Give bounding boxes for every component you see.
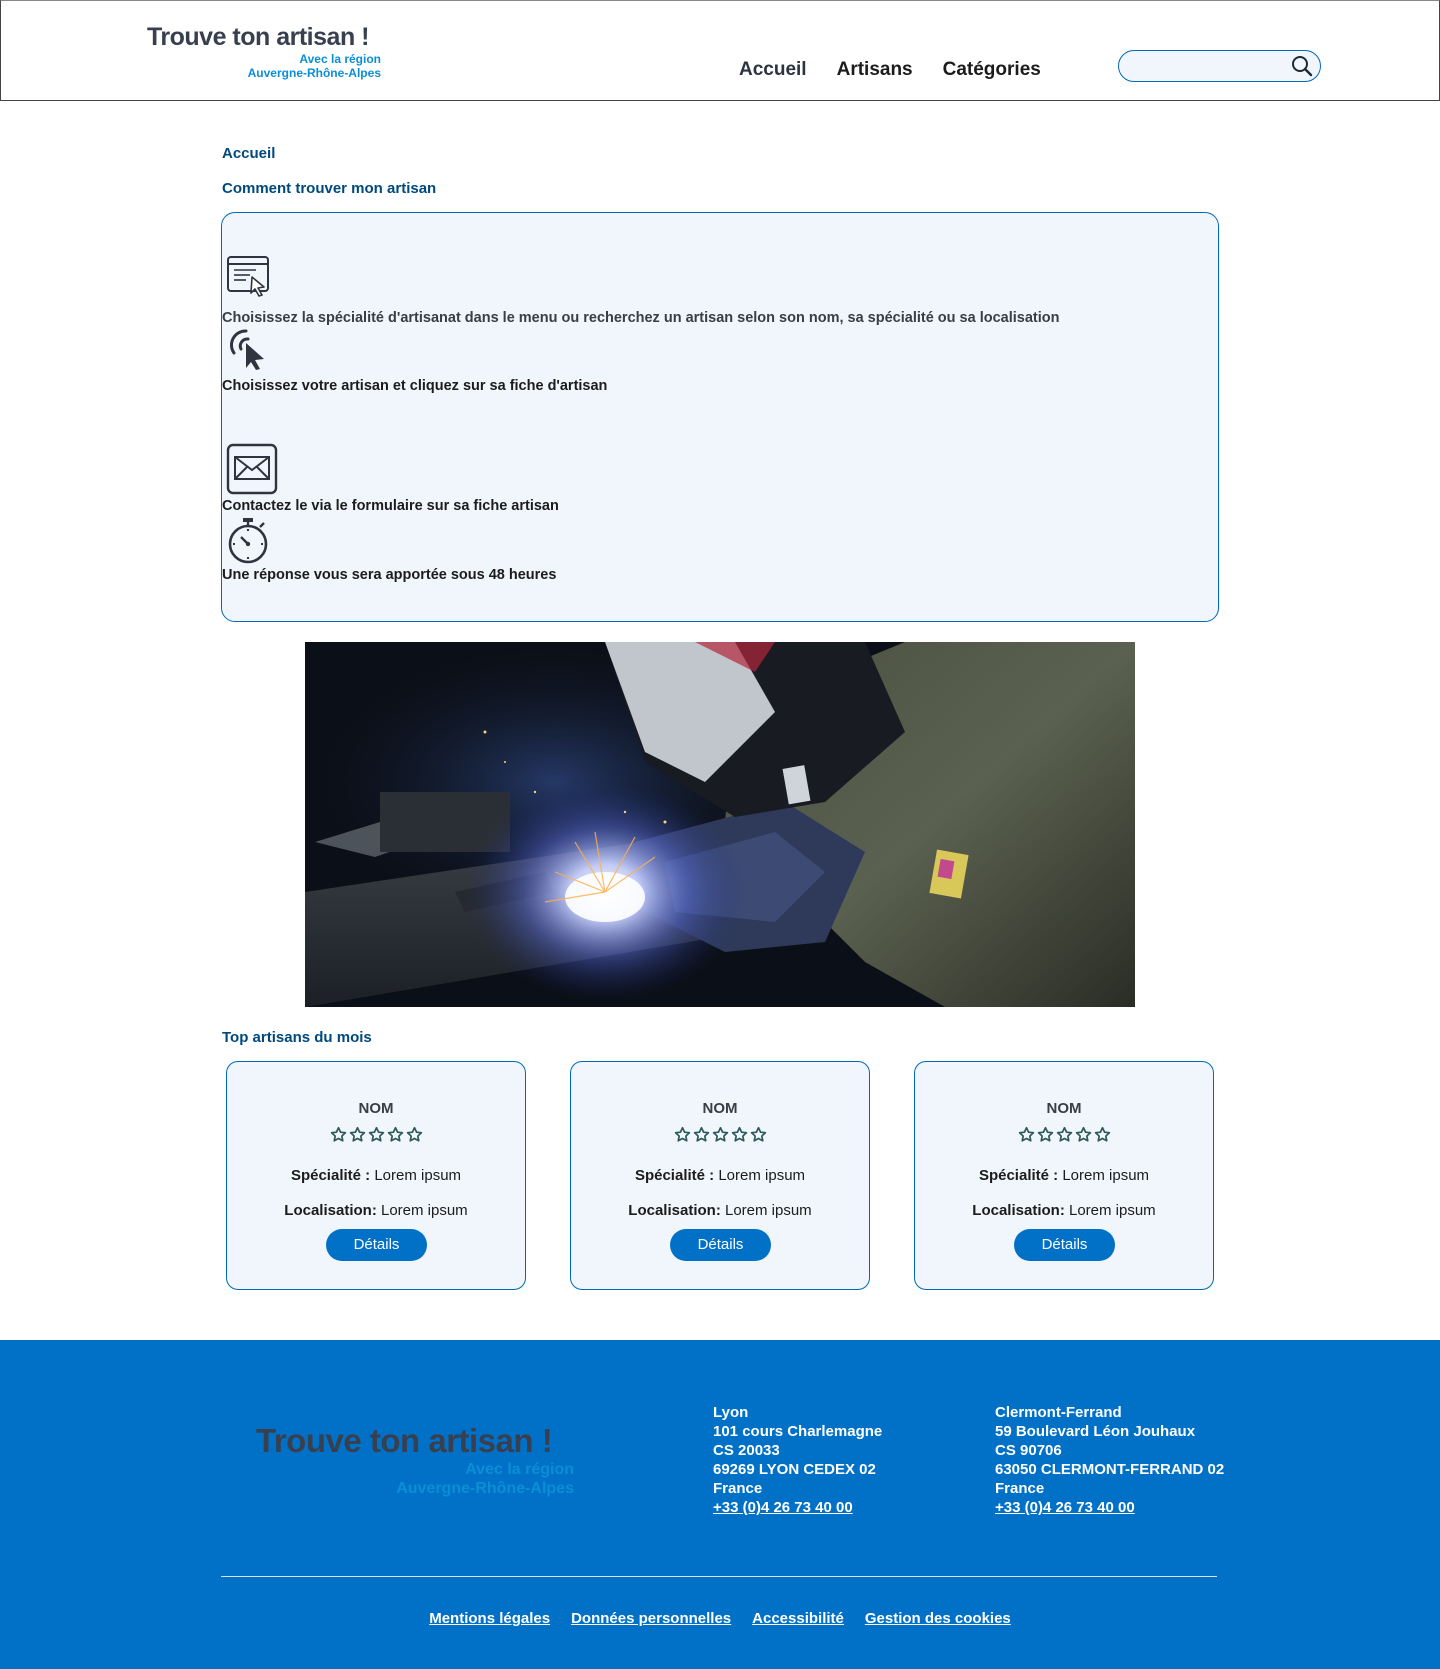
footer-logo[interactable]: Trouve ton artisan ! Avec la région Auve… [256, 1422, 574, 1498]
artisan-card: NOM Spécialité : Lorem ipsum Localisatio… [226, 1061, 526, 1290]
how-to-title: Comment trouver mon artisan [222, 180, 437, 197]
specialty-value: Lorem ipsum [374, 1167, 462, 1184]
footer-divider [221, 1576, 1217, 1577]
star-icon [674, 1126, 691, 1148]
how-to-step-text: Contactez le via le formulaire sur sa fi… [222, 498, 559, 514]
address-line: CS 20033 [713, 1442, 780, 1459]
top-artisans-title: Top artisans du mois [222, 1029, 372, 1046]
address-line: 69269 LYON CEDEX 02 [713, 1461, 876, 1478]
footer-link-mentions[interactable]: Mentions légales [429, 1610, 550, 1627]
footer-logo-title: Trouve ton artisan ! [256, 1422, 553, 1459]
how-to-step-text: Choisissez la spécialité d'artisanat dan… [222, 310, 1060, 326]
artisan-card: NOM Spécialité : Lorem ipsum Localisatio… [914, 1061, 1214, 1290]
star-icon [406, 1126, 423, 1148]
location-value: Lorem ipsum [1068, 1202, 1156, 1219]
artisan-name: NOM [702, 1100, 738, 1117]
star-rating [571, 1126, 869, 1148]
address-line: 63050 CLERMONT-FERRAND 02 [995, 1461, 1225, 1478]
address-clermont: Clermont-Ferrand 59 Boulevard Léon Jouha… [995, 1403, 1224, 1517]
details-button[interactable]: Détails [326, 1229, 427, 1261]
artisan-location: Localisation: Lorem ipsum [915, 1202, 1213, 1219]
how-to-step-text: Une réponse vous sera apportée sous 48 h… [222, 567, 557, 583]
nav-item-categories[interactable]: Catégories [943, 59, 1041, 81]
star-icon [368, 1126, 385, 1148]
artisan-card: NOM Spécialité : Lorem ipsum Localisatio… [570, 1061, 870, 1290]
star-icon [693, 1126, 710, 1148]
footer-link-cookies[interactable]: Gestion des cookies [865, 1610, 1011, 1627]
artisan-location: Localisation: Lorem ipsum [571, 1202, 869, 1219]
search-box [1118, 50, 1321, 82]
address-line: CS 90706 [995, 1442, 1062, 1459]
specialty-label: Spécialité : [290, 1167, 371, 1184]
nav-item-accueil[interactable]: Accueil [739, 59, 807, 81]
address-lyon: Lyon 101 cours Charlemagne CS 20033 6926… [713, 1403, 882, 1517]
address-city: Clermont-Ferrand [995, 1404, 1122, 1421]
address-city: Lyon [713, 1404, 749, 1421]
breadcrumb[interactable]: Accueil [222, 145, 275, 162]
artisan-location: Localisation: Lorem ipsum [227, 1202, 525, 1219]
address-country: France [995, 1480, 1045, 1497]
star-icon [1075, 1126, 1092, 1148]
specialty-value: Lorem ipsum [718, 1167, 806, 1184]
details-button[interactable]: Détails [670, 1229, 771, 1261]
phone-link[interactable]: +33 (0)4 26 73 40 00 [713, 1499, 853, 1516]
artisan-specialty: Spécialité : Lorem ipsum [915, 1167, 1213, 1184]
footer-links: Mentions légales Données personnelles Ac… [0, 1610, 1440, 1627]
how-to-box: Choisissez la spécialité d'artisanat dan… [221, 212, 1219, 622]
footer-link-data[interactable]: Données personnelles [571, 1610, 731, 1627]
artisan-name: NOM [1046, 1100, 1082, 1117]
location-label: Localisation: [628, 1202, 721, 1219]
details-button[interactable]: Détails [1014, 1229, 1115, 1261]
footer-link-accessibility[interactable]: Accessibilité [752, 1610, 844, 1627]
star-icon [712, 1126, 729, 1148]
site-header: Trouve ton artisan ! Avec la région Auve… [0, 0, 1440, 101]
tap-pointer-icon [226, 325, 270, 376]
star-icon [330, 1126, 347, 1148]
stopwatch-icon [226, 518, 270, 569]
footer-logo-subtitle-2: Auvergne-Rhône-Alpes [396, 1480, 574, 1497]
star-icon [1018, 1126, 1035, 1148]
star-icon [387, 1126, 404, 1148]
location-label: Localisation: [972, 1202, 1065, 1219]
specialty-label: Spécialité : [978, 1167, 1059, 1184]
star-icon [731, 1126, 748, 1148]
nav-item-artisans[interactable]: Artisans [837, 59, 913, 81]
address-line: 59 Boulevard Léon Jouhaux [995, 1423, 1196, 1440]
envelope-icon [226, 443, 278, 500]
search-icon[interactable] [1290, 54, 1314, 78]
star-icon [349, 1126, 366, 1148]
location-value: Lorem ipsum [724, 1202, 812, 1219]
logo-subtitle-1: Avec la région [299, 52, 381, 66]
search-input[interactable] [1131, 55, 1291, 77]
top-artisans-cards: NOM Spécialité : Lorem ipsum Localisatio… [226, 1061, 1214, 1291]
location-value: Lorem ipsum [380, 1202, 468, 1219]
star-icon [1094, 1126, 1111, 1148]
specialty-label: Spécialité : [634, 1167, 715, 1184]
artisan-specialty: Spécialité : Lorem ipsum [227, 1167, 525, 1184]
how-to-step-text: Choisissez votre artisan et cliquez sur … [222, 378, 608, 394]
star-icon [750, 1126, 767, 1148]
star-rating [915, 1126, 1213, 1148]
logo-subtitle-2: Auvergne-Rhône-Alpes [247, 66, 381, 80]
star-rating [227, 1126, 525, 1148]
site-footer: Trouve ton artisan ! Avec la région Auve… [0, 1340, 1440, 1669]
artisan-specialty: Spécialité : Lorem ipsum [571, 1167, 869, 1184]
footer-logo-subtitle-1: Avec la région [465, 1461, 574, 1478]
specialty-value: Lorem ipsum [1062, 1167, 1150, 1184]
star-icon [1037, 1126, 1054, 1148]
browser-cursor-icon [226, 255, 272, 302]
logo-title: Trouve ton artisan ! [147, 23, 369, 51]
phone-link[interactable]: +33 (0)4 26 73 40 00 [995, 1499, 1135, 1516]
main-nav: Accueil Artisans Catégories [739, 59, 1041, 81]
address-line: 101 cours Charlemagne [713, 1423, 883, 1440]
site-logo[interactable]: Trouve ton artisan ! Avec la région Auve… [147, 23, 381, 80]
address-country: France [713, 1480, 763, 1497]
hero-image [305, 642, 1135, 1007]
location-label: Localisation: [284, 1202, 377, 1219]
artisan-name: NOM [358, 1100, 394, 1117]
star-icon [1056, 1126, 1073, 1148]
